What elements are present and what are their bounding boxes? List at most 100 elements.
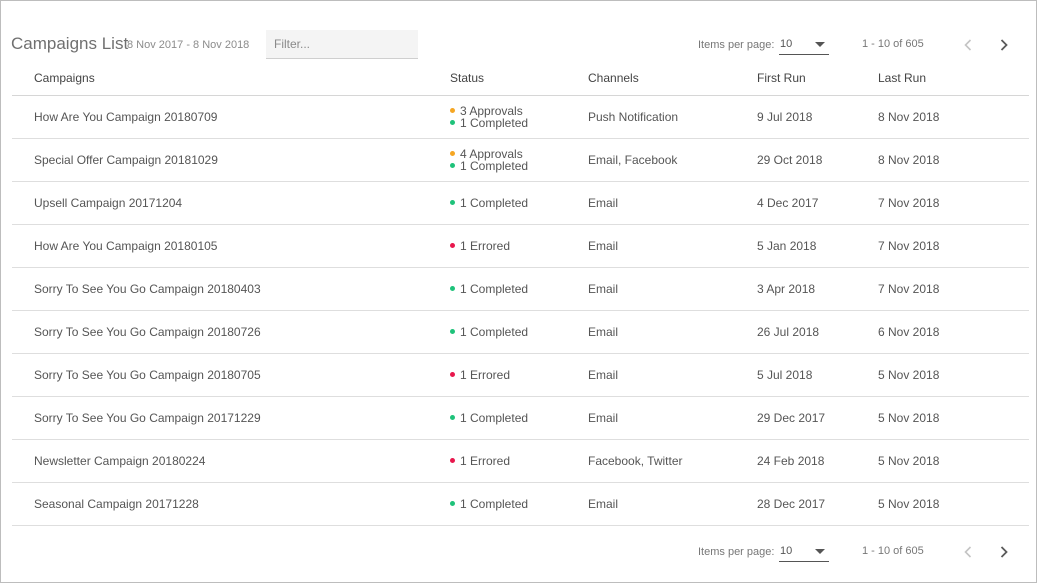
- channels-cell: Email: [588, 181, 757, 225]
- status-text: 1 Completed: [460, 410, 529, 425]
- status-completed: 1 Completed: [450, 197, 588, 209]
- column-header-channels[interactable]: Channels: [588, 62, 757, 96]
- last-run-cell-text: 7 Nov 2018: [878, 238, 940, 253]
- next-page-button[interactable]: [993, 34, 1015, 56]
- campaign-name-cell-text[interactable]: Sorry To See You Go Campaign 20171229: [34, 411, 261, 425]
- table-row[interactable]: Sorry To See You Go Campaign 20180403 1 C…: [12, 267, 1029, 311]
- dropdown-arrow-icon: [815, 549, 825, 554]
- first-run-cell: 5 Jul 2018: [757, 353, 878, 397]
- campaign-name-cell-text[interactable]: Sorry To See You Go Campaign 20180726: [34, 325, 261, 339]
- first-run-cell: 26 Jul 2018: [757, 310, 878, 354]
- items-per-page-select[interactable]: 10: [779, 540, 829, 562]
- campaign-name-cell-text[interactable]: How Are You Campaign 20180709: [34, 110, 217, 124]
- status-cell: 1 Completed: [450, 267, 588, 311]
- last-run-cell: 5 Nov 2018: [878, 396, 1029, 440]
- items-per-page-select[interactable]: 10: [779, 33, 829, 55]
- table-row[interactable]: Sorry To See You Go Campaign 20171229 1 C…: [12, 396, 1029, 440]
- table-row[interactable]: Seasonal Campaign 20171228 1 Completed Ema…: [12, 482, 1029, 526]
- status-dot-icon: [450, 457, 455, 463]
- column-header-first-run[interactable]: First Run: [757, 62, 878, 96]
- status-dot-icon: [450, 107, 455, 113]
- table-row[interactable]: Special Offer Campaign 20181029 4 Approva…: [12, 138, 1029, 182]
- campaigns-panel: Campaigns List 8 Nov 2017 - 8 Nov 2018 I…: [0, 0, 1037, 583]
- first-run-cell: 29 Dec 2017: [757, 396, 878, 440]
- first-run-cell-text: 26 Jul 2018: [757, 324, 820, 339]
- channels-cell: Email: [588, 353, 757, 397]
- first-run-cell-text: 5 Jan 2018: [757, 238, 817, 253]
- last-run-cell: 5 Nov 2018: [878, 439, 1029, 483]
- first-run-cell-text: 4 Dec 2017: [757, 195, 819, 210]
- previous-page-button[interactable]: [957, 34, 979, 56]
- next-page-button[interactable]: [993, 541, 1015, 563]
- page-range: 1 - 10 of 605: [862, 38, 924, 50]
- channels-cell: Email: [588, 267, 757, 311]
- status-completed: 1 Completed: [450, 412, 588, 424]
- last-run-cell: 8 Nov 2018: [878, 138, 1029, 182]
- channels-cell: Email: [588, 310, 757, 354]
- campaign-name-cell[interactable]: Upsell Campaign 20171204: [12, 181, 450, 225]
- channels-cell-text: Email: [588, 281, 619, 296]
- campaign-name-cell-text[interactable]: Sorry To See You Go Campaign 20180403: [34, 282, 261, 296]
- campaign-name-cell[interactable]: Seasonal Campaign 20171228: [12, 482, 450, 526]
- status-errored: 1 Errored: [450, 240, 588, 252]
- status-cell: 1 Completed: [450, 181, 588, 225]
- status-completed: 1 Completed: [450, 117, 588, 129]
- campaign-name-cell[interactable]: Special Offer Campaign 20181029: [12, 138, 450, 182]
- last-run-cell-text: 7 Nov 2018: [878, 281, 940, 296]
- status-dot-icon: [450, 328, 455, 334]
- first-run-cell: 5 Jan 2018: [757, 224, 878, 268]
- status-dot-icon: [450, 119, 455, 125]
- last-run-cell-text: 6 Nov 2018: [878, 324, 940, 339]
- filter-input[interactable]: [266, 30, 418, 59]
- status-cell: 1 Completed: [450, 310, 588, 354]
- items-per-page-value: 10: [780, 545, 793, 557]
- last-run-cell: 5 Nov 2018: [878, 482, 1029, 526]
- campaign-name-cell[interactable]: Sorry To See You Go Campaign 20180403: [12, 267, 450, 311]
- campaign-name-cell-text[interactable]: Seasonal Campaign 20171228: [34, 497, 199, 511]
- status-cell: 1 Completed: [450, 396, 588, 440]
- campaign-name-cell-text[interactable]: Special Offer Campaign 20181029: [34, 153, 218, 167]
- campaign-name-cell-text[interactable]: How Are You Campaign 20180105: [34, 239, 217, 253]
- status-completed: 1 Completed: [450, 160, 588, 172]
- status-dot-icon: [450, 199, 455, 205]
- campaign-name-cell[interactable]: Sorry To See You Go Campaign 20180726: [12, 310, 450, 354]
- channels-cell: Email: [588, 224, 757, 268]
- chevron-left-icon: [964, 39, 972, 51]
- campaign-name-cell-text[interactable]: Newsletter Campaign 20180224: [34, 454, 205, 468]
- previous-page-button[interactable]: [957, 541, 979, 563]
- campaign-name-cell[interactable]: Sorry To See You Go Campaign 20171229: [12, 396, 450, 440]
- channels-cell: Email: [588, 482, 757, 526]
- column-header-campaigns[interactable]: Campaigns: [12, 62, 450, 96]
- status-completed: 1 Completed: [450, 283, 588, 295]
- items-per-page-value: 10: [780, 38, 793, 50]
- campaign-name-cell[interactable]: Sorry To See You Go Campaign 20180705: [12, 353, 450, 397]
- last-run-cell-text: 5 Nov 2018: [878, 410, 940, 425]
- table-row[interactable]: Upsell Campaign 20171204 1 Completed Email…: [12, 181, 1029, 225]
- table-row[interactable]: How Are You Campaign 20180709 3 Approvals…: [12, 95, 1029, 139]
- chevron-right-icon: [1000, 39, 1008, 51]
- campaign-name-cell[interactable]: How Are You Campaign 20180105: [12, 224, 450, 268]
- channels-cell-text: Email, Facebook: [588, 152, 678, 167]
- column-header-status[interactable]: Status: [450, 62, 588, 96]
- last-run-cell: 7 Nov 2018: [878, 181, 1029, 225]
- table-row[interactable]: How Are You Campaign 20180105 1 Errored Em…: [12, 224, 1029, 268]
- items-per-page-label: Items per page:: [698, 39, 775, 51]
- campaign-name-cell-text[interactable]: Sorry To See You Go Campaign 20180705: [34, 368, 261, 382]
- column-header-last-run[interactable]: Last Run: [878, 62, 1029, 96]
- channels-cell-text: Email: [588, 324, 619, 339]
- first-run-cell-text: 24 Feb 2018: [757, 453, 825, 468]
- campaign-name-cell[interactable]: Newsletter Campaign 20180224: [12, 439, 450, 483]
- table-row[interactable]: Newsletter Campaign 20180224 1 Errored Fac…: [12, 439, 1029, 483]
- campaign-name-cell[interactable]: How Are You Campaign 20180709: [12, 95, 450, 139]
- first-run-cell: 29 Oct 2018: [757, 138, 878, 182]
- first-run-cell: 24 Feb 2018: [757, 439, 878, 483]
- campaign-name-cell-text[interactable]: Upsell Campaign 20171204: [34, 196, 182, 210]
- table-row[interactable]: Sorry To See You Go Campaign 20180726 1 C…: [12, 310, 1029, 354]
- status-errored: 1 Errored: [450, 455, 588, 467]
- status-cell: 4 Approvals 1 Completed: [450, 138, 588, 182]
- table-row[interactable]: Sorry To See You Go Campaign 20180705 1 E…: [12, 353, 1029, 397]
- first-run-cell-text: 3 Apr 2018: [757, 281, 816, 296]
- status-dot-icon: [450, 500, 455, 506]
- last-run-cell: 7 Nov 2018: [878, 224, 1029, 268]
- last-run-cell: 7 Nov 2018: [878, 267, 1029, 311]
